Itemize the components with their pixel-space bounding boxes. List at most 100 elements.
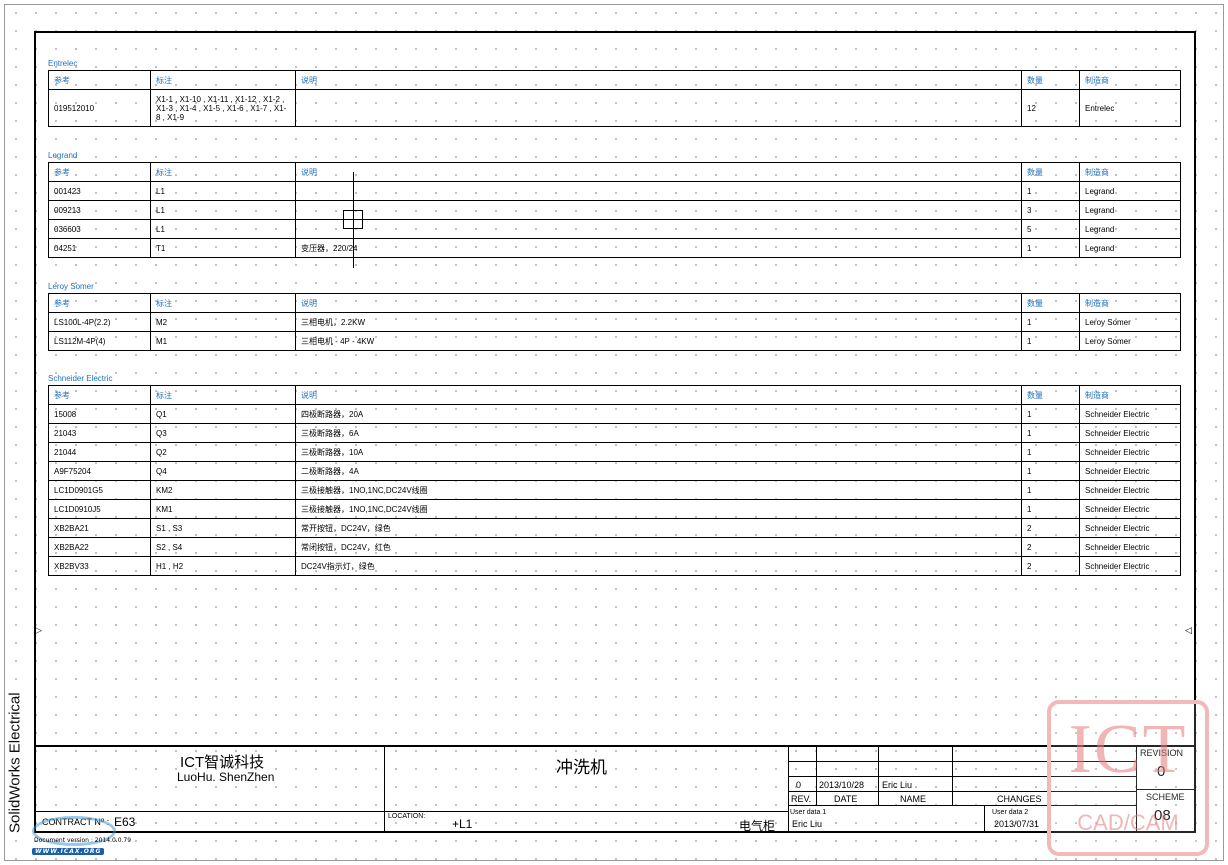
cell-mfr: Schneider Electric [1079, 442, 1181, 462]
icax-logo: Document version : 2014.0.0.79 WWW.ICAX.… [4, 810, 131, 860]
cell-mfr: Schneider Electric [1079, 404, 1181, 424]
table-row[interactable]: 001423 L1 1 Legrand [48, 181, 1181, 201]
watermark-subtitle: CAD/CAM [1077, 810, 1179, 835]
cell-desc: 变压器，220/24 [295, 238, 1022, 258]
cell-desc: 四极断路器，20A [295, 404, 1022, 424]
cell-mark: L1 [150, 200, 296, 220]
cell-ref: LC1D0901G5 [48, 480, 151, 500]
cabinet-label: 电气柜 [739, 819, 776, 833]
cell-desc: 三相电机 - 4P - 4KW [295, 331, 1022, 351]
cell-ref: 001423 [48, 181, 151, 201]
header-ref: 参考 [48, 162, 151, 182]
cell-qty: 1 [1021, 442, 1080, 462]
cell-desc: 三极接触器，1NO,1NC,DC24V线圈 [295, 499, 1022, 519]
cell-qty: 12 [1021, 89, 1080, 127]
table-row[interactable]: LC1D0910J5 KM1 三极接触器，1NO,1NC,DC24V线圈 1 S… [48, 499, 1181, 519]
cell-qty: 3 [1021, 200, 1080, 220]
header-mark: 标注 [150, 293, 296, 313]
header-mark: 标注 [150, 162, 296, 182]
cell-ref: 04251 [48, 238, 151, 258]
cell-qty: 1 [1021, 404, 1080, 424]
cell-desc: 二极断路器，4A [295, 461, 1022, 481]
cell-mark: M2 [150, 312, 296, 332]
cell-ref: 15008 [48, 404, 151, 424]
cell-desc: 三相电机，2.2KW [295, 312, 1022, 332]
rev-date: 2013/10/28 [819, 780, 865, 790]
col-name: NAME [900, 794, 927, 804]
cell-mark: T1 [150, 238, 296, 258]
cell-qty: 5 [1021, 219, 1080, 239]
table-header-row: 参考 标注 说明 数量 制造商 [48, 385, 1181, 405]
logo-url: WWW.ICAX.ORG [32, 848, 105, 855]
cell-mfr: Schneider Electric [1079, 499, 1181, 519]
cell-mark: S1 , S3 [150, 518, 296, 538]
cell-qty: 1 [1021, 499, 1080, 519]
location-label: LOCATION: [388, 813, 426, 820]
cell-mfr: Schneider Electric [1079, 518, 1181, 538]
table-row[interactable]: LC1D0901G5 KM2 三极接触器，1NO,1NC,DC24V线圈 1 S… [48, 480, 1181, 500]
table-header-row: 参考 标注 说明 数量 制造商 [48, 293, 1181, 313]
cell-ref: 21043 [48, 423, 151, 443]
company-name: ICT智诚科技 [180, 754, 265, 771]
watermark-brand: ICT [1068, 711, 1188, 788]
cell-mark: H1 , H2 [150, 556, 296, 576]
cell-mfr: Schneider Electric [1079, 480, 1181, 500]
cell-qty: 1 [1021, 480, 1080, 500]
header-desc: 说明 [295, 385, 1022, 405]
group-title: Schneider Electric [48, 374, 113, 383]
header-mark: 标注 [150, 385, 296, 405]
document-version: Document version : 2014.0.0.79 [34, 837, 132, 844]
cell-mark: L1 [150, 219, 296, 239]
cell-desc: 常闭按钮，DC24V，红色 [295, 537, 1022, 557]
left-center-marker: ▷ [35, 626, 42, 636]
table-row[interactable]: 019512010 X1-1 , X1-10 , X1-11 , X1-12 ,… [48, 89, 1181, 127]
table-row[interactable]: 009213 L1 3 Legrand [48, 200, 1181, 220]
table-row[interactable]: 21044 Q2 三极断路器，10A 1 Schneider Electric [48, 442, 1181, 462]
table-row[interactable]: LS100L-4P(2.2) M2 三相电机，2.2KW 1 Leroy Som… [48, 312, 1181, 332]
cell-mfr: Legrand [1079, 238, 1181, 258]
cell-mfr: Schneider Electric [1079, 556, 1181, 576]
table-row[interactable]: XB2BA22 S2 , S4 常闭按钮，DC24V，红色 2 Schneide… [48, 537, 1181, 557]
header-mfr: 制造商 [1079, 385, 1181, 405]
table-row[interactable]: LS112M-4P(4) M1 三相电机 - 4P - 4KW 1 Leroy … [48, 331, 1181, 351]
table-row[interactable]: 15008 Q1 四极断路器，20A 1 Schneider Electric [48, 404, 1181, 424]
cell-ref: LS100L-4P(2.2) [48, 312, 151, 332]
cell-mark: L1 [150, 181, 296, 201]
group-title: Entrelec [48, 59, 78, 68]
parts-table: 参考 标注 说明 数量 制造商 001423 L1 1 Legrand 0092… [48, 162, 1181, 258]
project-title: 冲洗机 [556, 758, 607, 777]
parts-table: 参考 标注 说明 数量 制造商 019512010 X1-1 , X1-10 ,… [48, 70, 1181, 127]
rev-value: 0 [796, 780, 802, 790]
table-row[interactable]: XB2BV33 H1 , H2 DC24V指示灯，绿色 2 Schneider … [48, 556, 1181, 576]
table-row[interactable]: XB2BA21 S1 , S3 常开按钮，DC24V，绿色 2 Schneide… [48, 518, 1181, 538]
cell-ref: LS112M-4P(4) [48, 331, 151, 351]
cell-mark: Q4 [150, 461, 296, 481]
table-row[interactable]: 036603 L1 5 Legrand [48, 219, 1181, 239]
table-header-row: 参考 标注 说明 数量 制造商 [48, 162, 1181, 182]
cell-ref: 036603 [48, 219, 151, 239]
table-row[interactable]: 21043 Q3 三极断路器，6A 1 Schneider Electric [48, 423, 1181, 443]
cell-ref: XB2BA22 [48, 537, 151, 557]
title-block: ICT智诚科技 LuoHu. ShenZhen 冲洗机 CONTRACT Nº … [34, 745, 1196, 833]
company-location: LuoHu. ShenZhen [177, 770, 275, 784]
cell-mark: Q1 [150, 404, 296, 424]
cell-qty: 2 [1021, 518, 1080, 538]
table-header-row: 参考 标注 说明 数量 制造商 [48, 70, 1181, 90]
cell-mfr: Entrelec [1079, 89, 1181, 127]
parts-table: 参考 标注 说明 数量 制造商 15008 Q1 四极断路器，20A 1 Sch… [48, 385, 1181, 576]
location-value: +L1 [452, 817, 473, 831]
col-date: DATE [834, 794, 858, 804]
table-row[interactable]: 04251 T1 变压器，220/24 1 Legrand [48, 238, 1181, 258]
cell-mark: KM1 [150, 499, 296, 519]
cell-mfr: Schneider Electric [1079, 423, 1181, 443]
cell-desc [295, 89, 1022, 127]
cell-qty: 1 [1021, 423, 1080, 443]
header-desc: 说明 [295, 293, 1022, 313]
crosshair-cursor-pickbox [343, 210, 363, 229]
header-qty: 数量 [1021, 293, 1080, 313]
cell-ref: XB2BA21 [48, 518, 151, 538]
table-row[interactable]: A9F75204 Q4 二极断路器，4A 1 Schneider Electri… [48, 461, 1181, 481]
header-qty: 数量 [1021, 385, 1080, 405]
cell-ref: 019512010 [48, 89, 151, 127]
cell-desc [295, 181, 1022, 201]
